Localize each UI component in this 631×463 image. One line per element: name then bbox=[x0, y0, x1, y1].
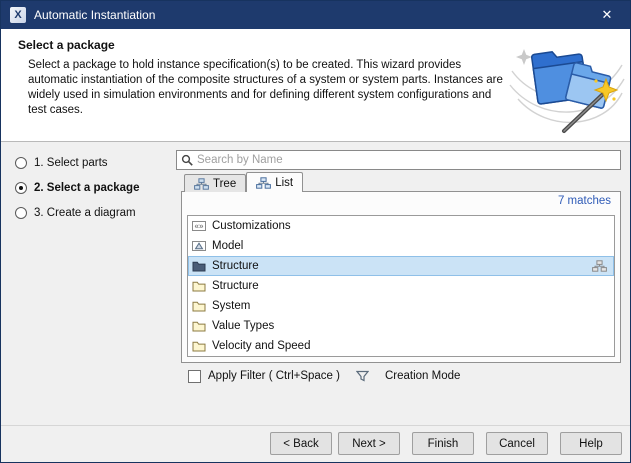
radio-icon bbox=[15, 207, 27, 219]
item-label: System bbox=[212, 300, 250, 312]
list-item[interactable]: System bbox=[188, 296, 614, 316]
tree-view-icon bbox=[194, 178, 209, 190]
finish-button[interactable]: Finish bbox=[412, 432, 474, 455]
filter-row: Apply Filter ( Ctrl+Space ) Creation Mod… bbox=[188, 368, 460, 384]
package-list[interactable]: «» Customizations Model Structure bbox=[187, 215, 615, 357]
view-tabs: Tree List bbox=[184, 172, 303, 192]
title-bar[interactable]: X Automatic Instantiation ✕ bbox=[1, 1, 630, 29]
item-label: Customizations bbox=[212, 220, 291, 232]
package-icon bbox=[192, 320, 206, 332]
step-label: 1. Select parts bbox=[34, 157, 108, 169]
package-icon bbox=[192, 280, 206, 292]
list-item[interactable]: «» Customizations bbox=[188, 216, 614, 236]
cancel-button[interactable]: Cancel bbox=[486, 432, 548, 455]
structure-diagram-icon bbox=[592, 260, 607, 272]
close-button[interactable]: ✕ bbox=[584, 1, 630, 29]
item-label: Structure bbox=[212, 260, 259, 272]
list-item[interactable]: Model bbox=[188, 236, 614, 256]
matches-count: 7 matches bbox=[558, 195, 611, 207]
tab-tree[interactable]: Tree bbox=[184, 174, 246, 192]
close-icon: ✕ bbox=[602, 7, 613, 23]
package-icon bbox=[192, 300, 206, 312]
step-label: 3. Create a diagram bbox=[34, 207, 136, 219]
next-button[interactable]: Next > bbox=[338, 432, 400, 455]
svg-text:«»: «» bbox=[195, 222, 204, 231]
step-create-diagram[interactable]: 3. Create a diagram bbox=[15, 200, 139, 225]
tab-label: List bbox=[275, 177, 293, 189]
tab-list[interactable]: List bbox=[246, 172, 303, 192]
step-select-package[interactable]: 2. Select a package bbox=[15, 175, 139, 200]
list-item[interactable]: Structure bbox=[188, 276, 614, 296]
wizard-steps: 1. Select parts 2. Select a package 3. C… bbox=[15, 150, 139, 225]
step-label: 2. Select a package bbox=[34, 182, 139, 194]
filter-funnel-icon[interactable] bbox=[356, 370, 369, 382]
help-button[interactable]: Help bbox=[560, 432, 622, 455]
customization-icon: «» bbox=[192, 220, 206, 232]
search-icon bbox=[181, 154, 194, 167]
item-label: Velocity and Speed bbox=[212, 340, 310, 352]
apply-filter-checkbox[interactable] bbox=[188, 370, 201, 383]
step-select-parts[interactable]: 1. Select parts bbox=[15, 150, 139, 175]
apply-filter-label: Apply Filter ( Ctrl+Space ) bbox=[208, 370, 340, 382]
window-title: Automatic Instantiation bbox=[34, 8, 155, 22]
package-icon bbox=[192, 340, 206, 352]
app-logo-icon: X bbox=[10, 7, 26, 23]
model-icon bbox=[192, 240, 206, 252]
list-view-icon bbox=[256, 177, 271, 189]
automatic-instantiation-dialog: X Automatic Instantiation ✕ Select a pac… bbox=[0, 0, 631, 463]
radio-selected-icon bbox=[15, 182, 27, 194]
list-item-selected[interactable]: Structure bbox=[188, 256, 614, 276]
item-label: Value Types bbox=[212, 320, 274, 332]
item-label: Structure bbox=[212, 280, 259, 292]
back-button[interactable]: < Back bbox=[270, 432, 332, 455]
page-description: Select a package to hold instance specif… bbox=[28, 58, 506, 118]
list-item[interactable]: Value Types bbox=[188, 316, 614, 336]
page-title: Select a package bbox=[18, 38, 115, 52]
radio-icon bbox=[15, 157, 27, 169]
button-separator bbox=[1, 425, 630, 426]
creation-mode-label: Creation Mode bbox=[385, 370, 460, 382]
item-label: Model bbox=[212, 240, 243, 252]
list-item[interactable]: Velocity and Speed bbox=[188, 336, 614, 356]
wizard-folders-illustration bbox=[508, 31, 626, 137]
search-input[interactable] bbox=[197, 152, 620, 168]
search-field bbox=[176, 150, 621, 170]
package-icon bbox=[192, 260, 206, 272]
wizard-header: Select a package Select a package to hol… bbox=[1, 29, 630, 142]
tab-label: Tree bbox=[213, 178, 236, 190]
